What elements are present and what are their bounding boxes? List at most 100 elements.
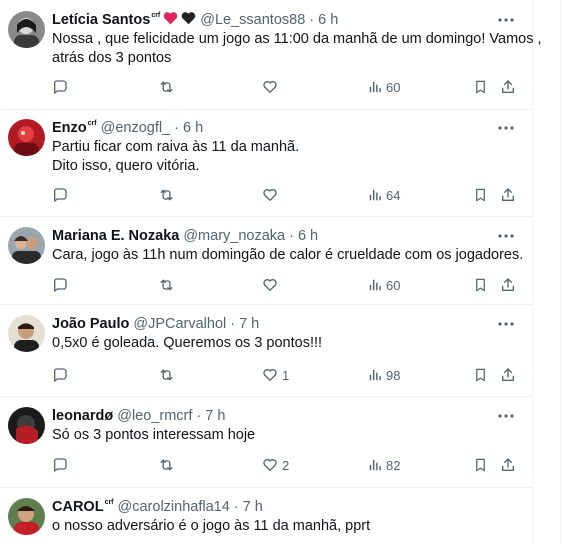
avatar[interactable] (8, 498, 45, 535)
views-icon (369, 279, 381, 291)
bookmark-button[interactable] (473, 77, 488, 97)
tweet-header: Letícia Santos crf @Le_ssantos88 · 6 h (52, 11, 521, 29)
action-bar: 64 (52, 185, 521, 205)
more-icon[interactable] (497, 407, 515, 425)
tweet-text: 0,5x0 é goleada. Queremos os 3 pontos!!! (52, 334, 521, 353)
tweet-header: CAROL crf @carolzinhafla14 · 7 h (52, 498, 521, 516)
share-button[interactable] (500, 275, 516, 295)
like-icon (263, 81, 277, 93)
tweet-text-line: Cara, jogo às 11h num domingão de calor … (52, 247, 524, 263)
avatar[interactable] (8, 119, 45, 156)
retweet-icon (160, 279, 173, 291)
timestamp[interactable]: 6 h (298, 227, 318, 245)
views-button[interactable]: 60 (368, 77, 400, 97)
more-icon[interactable] (497, 315, 515, 333)
retweet-icon (160, 189, 173, 201)
author-name[interactable]: Letícia Santos (52, 11, 150, 29)
bookmark-button[interactable] (473, 455, 488, 475)
share-icon (502, 368, 514, 381)
timestamp[interactable]: 7 h (205, 407, 225, 425)
reply-button[interactable] (52, 77, 68, 97)
more-icon[interactable] (497, 227, 515, 245)
like-button[interactable] (262, 77, 282, 97)
timestamp[interactable]: 6 h (183, 119, 203, 137)
share-icon (502, 278, 514, 291)
author-handle[interactable]: @mary_nozaka (183, 227, 285, 245)
like-button[interactable] (262, 275, 282, 295)
avatar[interactable] (8, 315, 45, 352)
tweet[interactable]: CAROL crf @carolzinhafla14 · 7 h o nosso… (0, 488, 533, 545)
action-bar: 2 82 (52, 455, 521, 475)
author-name[interactable]: leonardø (52, 407, 113, 425)
author-handle[interactable]: @Le_ssantos88 (200, 11, 305, 29)
bookmark-button[interactable] (473, 275, 488, 295)
reply-button[interactable] (52, 455, 68, 475)
reply-button[interactable] (52, 365, 68, 385)
avatar[interactable] (8, 407, 45, 444)
like-icon (263, 279, 277, 291)
author-name[interactable]: CAROL (52, 498, 104, 516)
retweet-button[interactable] (158, 365, 175, 385)
reply-button[interactable] (52, 275, 68, 295)
tweet-text: o nosso adversário é o jogo às 11 da man… (52, 517, 521, 536)
author-handle[interactable]: @leo_rmcrf (117, 407, 192, 425)
share-icon (502, 80, 514, 93)
tweet-header: Enzo crf @enzogfl_ · 6 h (52, 119, 521, 137)
tweet-header: leonardø @leo_rmcrf · 7 h (52, 407, 521, 425)
action-bar: 1 98 (52, 365, 521, 385)
tweet[interactable]: João Paulo @JPCarvalhol · 7 h 0,5x0 é go… (0, 305, 533, 397)
bookmark-icon (476, 80, 485, 94)
share-button[interactable] (500, 77, 516, 97)
avatar[interactable] (8, 11, 45, 48)
retweet-button[interactable] (158, 185, 175, 205)
retweet-button[interactable] (158, 455, 175, 475)
tweet[interactable]: leonardø @leo_rmcrf · 7 h Só os 3 pontos… (0, 397, 533, 488)
share-button[interactable] (500, 455, 516, 475)
author-name[interactable]: João Paulo (52, 315, 129, 333)
views-count: 64 (386, 187, 401, 203)
tweet-text-line: Dito isso, quero vitória. (52, 158, 200, 174)
views-button[interactable]: 64 (368, 185, 400, 205)
like-icon (263, 189, 277, 201)
bookmark-icon (476, 458, 485, 472)
author-handle[interactable]: @JPCarvalhol (133, 315, 226, 333)
reply-icon (54, 458, 67, 472)
separator-dot: · (289, 228, 294, 244)
reply-icon (54, 278, 67, 292)
bookmark-button[interactable] (473, 185, 488, 205)
timestamp[interactable]: 7 h (239, 315, 259, 333)
author-name[interactable]: Mariana E. Nozaka (52, 227, 179, 245)
like-button[interactable]: 2 (262, 455, 289, 475)
avatar[interactable] (8, 227, 45, 264)
like-button[interactable]: 1 (262, 365, 289, 385)
separator-dot: · (309, 12, 315, 28)
timestamp[interactable]: 7 h (243, 498, 263, 516)
views-count: 82 (386, 457, 401, 473)
author-name[interactable]: Enzo (52, 119, 87, 137)
tweet-header: João Paulo @JPCarvalhol · 7 h (52, 315, 521, 333)
more-icon[interactable] (497, 11, 515, 29)
views-button[interactable]: 60 (368, 275, 400, 295)
more-icon[interactable] (497, 119, 515, 137)
tweet-text-line: o nosso adversário é o jogo às 11 da man… (52, 518, 371, 534)
retweet-button[interactable] (158, 77, 175, 97)
share-icon (502, 188, 514, 201)
retweet-button[interactable] (158, 275, 175, 295)
share-button[interactable] (500, 365, 516, 385)
author-handle[interactable]: @carolzinhafla14 (118, 498, 230, 516)
like-button[interactable] (262, 185, 282, 205)
author-handle[interactable]: @enzogfl_ (101, 119, 171, 137)
action-bar: 60 (52, 275, 521, 295)
tweet[interactable]: Letícia Santos crf @Le_ssantos88 · 6 h N… (0, 0, 542, 110)
timestamp[interactable]: 6 h (318, 11, 338, 29)
share-button[interactable] (500, 185, 516, 205)
views-button[interactable]: 82 (368, 455, 400, 475)
tweet-text-line: 0,5x0 é goleada. Queremos os 3 pontos!!! (52, 335, 323, 351)
views-button[interactable]: 98 (368, 365, 400, 385)
tweet[interactable]: Mariana E. Nozaka @mary_nozaka · 6 h Car… (0, 217, 533, 305)
tweet-text: Nossa , que felicidade um jogo as 11:00 … (52, 30, 542, 68)
tweet[interactable]: Enzo crf @enzogfl_ · 6 h Partiu ficar co… (0, 110, 533, 217)
bookmark-button[interactable] (473, 365, 488, 385)
reply-button[interactable] (52, 185, 68, 205)
tweet-text-line: Só os 3 pontos interessam hoje (52, 427, 256, 443)
